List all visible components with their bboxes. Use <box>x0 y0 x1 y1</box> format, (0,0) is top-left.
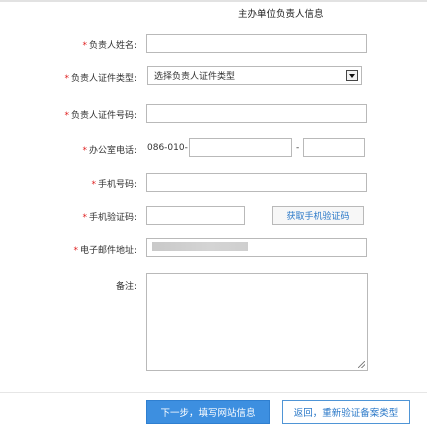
name-label: * 负责人姓名: <box>82 41 137 51</box>
phone-prefix: 086-010- <box>147 143 188 153</box>
required-mark: * <box>91 180 96 190</box>
back-button[interactable]: 返回，重新验证备案类型 <box>282 400 410 424</box>
email-redacted-value <box>152 242 248 251</box>
office-phone-ext-input[interactable] <box>303 138 365 157</box>
id-number-input[interactable] <box>146 104 367 123</box>
sms-code-input[interactable] <box>146 206 245 225</box>
mobile-input[interactable] <box>146 173 367 192</box>
required-mark: * <box>82 213 87 223</box>
required-mark: * <box>82 41 87 51</box>
dropdown-arrow-icon[interactable] <box>346 70 358 81</box>
office-phone-input[interactable] <box>189 138 292 157</box>
name-input[interactable] <box>146 34 367 53</box>
id-type-selected-value: 选择负责人证件类型 <box>154 72 236 82</box>
required-mark: * <box>73 246 78 256</box>
top-divider <box>0 0 427 2</box>
next-step-button[interactable]: 下一步，填写网站信息 <box>146 400 270 424</box>
id-type-label: * 负责人证件类型: <box>64 74 137 84</box>
sms-code-label: * 手机验证码: <box>82 213 137 223</box>
resize-grip-icon[interactable] <box>358 361 365 368</box>
office-phone-label: * 办公室电话: <box>82 146 137 156</box>
remarks-textarea[interactable] <box>146 273 368 371</box>
mobile-label: * 手机号码: <box>91 180 137 190</box>
required-mark: * <box>64 111 69 121</box>
get-sms-code-button[interactable]: 获取手机验证码 <box>272 206 364 225</box>
required-mark: * <box>82 146 87 156</box>
required-mark: * <box>64 74 69 84</box>
id-number-label: * 负责人证件号码: <box>64 111 137 121</box>
section-title: 主办单位负责人信息 <box>238 9 324 20</box>
id-type-select[interactable]: 选择负责人证件类型 <box>147 66 362 85</box>
email-label: * 电子邮件地址: <box>73 246 137 256</box>
bottom-divider <box>0 392 427 393</box>
phone-separator: - <box>296 143 300 153</box>
remarks-label: 备注: <box>115 282 137 292</box>
